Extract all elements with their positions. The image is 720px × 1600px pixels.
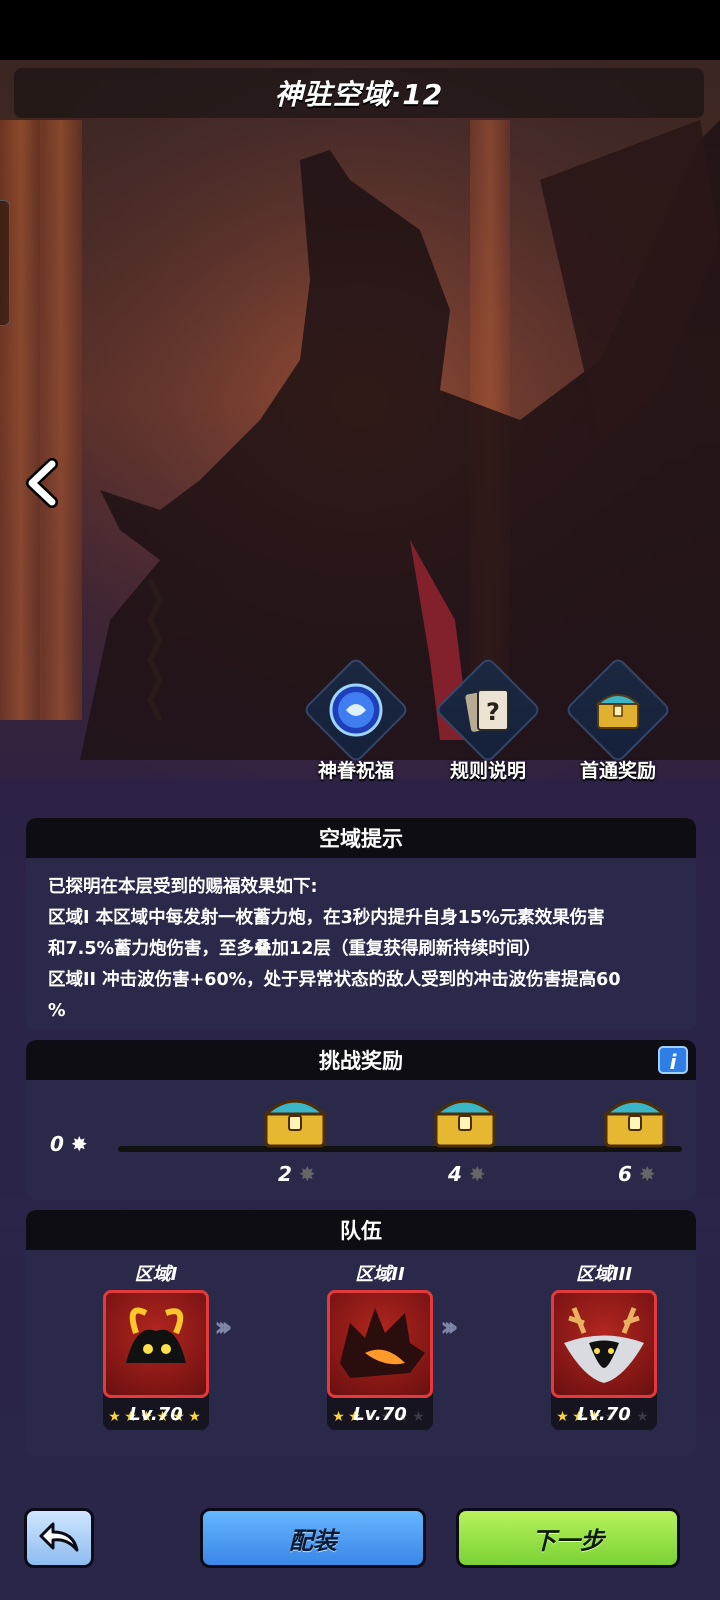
page-title: 神驻空域·12 [274,78,444,111]
current-stars-value: 0 [50,1132,64,1156]
title-bar: 神驻空域·12 [14,68,704,118]
star-icon: ✸ [461,1162,486,1186]
hint-line: 区域II 冲击波伤害+60%，处于异常状态的敌人受到的冲击波伤害提高60 [48,970,621,990]
hint-line: 已探明在本层受到的赐福效果如下: [48,877,318,897]
fire-demon-icon [126,1307,186,1363]
dragon-icon [340,1308,425,1378]
reward-chest-icon[interactable] [262,1088,328,1150]
milestone-value: 6 [618,1162,632,1186]
action-label: 首通奖励 [579,760,656,782]
team-title: 队伍 [26,1210,696,1250]
team-member-slot-2[interactable]: 区域II ★ ★ ★ ★ ★ ★ Lv.70 [310,1260,450,1430]
chevrons-right-icon: ››› [214,1310,232,1343]
action-label: 神眷祝福 [317,760,394,782]
character-card[interactable]: ★ ★ ★ ★ ★ ★ Lv.70 [551,1290,657,1430]
star-icon: ✸ [291,1162,316,1186]
star-icon: ✸ [63,1132,88,1156]
blessing-button[interactable]: 神眷祝福 [296,656,416,792]
milestone-value: 2 [278,1162,292,1186]
next-step-button[interactable]: 下一步 [456,1508,680,1568]
zone-label: 区域I [134,1264,178,1285]
rules-scroll-icon: ? [465,689,509,732]
current-stars: 0 ✸ [50,1132,88,1156]
zone-label: 区域II [355,1264,405,1285]
first-clear-reward-button[interactable]: 首通奖励 [558,656,678,792]
blessing-orb-icon [329,683,383,737]
undo-arrow-icon [39,1522,79,1552]
team-member-slot-1[interactable]: 区域I ★ ★ ★ ★ ★ ★ Lv.70 [86,1260,226,1430]
back-button[interactable] [24,1508,94,1568]
milestone-stars: 4 ✸ [448,1162,486,1186]
reward-chest-icon[interactable] [432,1088,498,1150]
reward-title: 挑战奖励 i [26,1040,696,1080]
equip-button[interactable]: 配装 [200,1508,426,1568]
action-label: 规则说明 [449,760,526,782]
info-button[interactable]: i [658,1046,688,1074]
hint-text[interactable]: 已探明在本层受到的赐福效果如下: 区域I 本区域中每发射一枚蓄力炮，在3秒内提升… [26,858,696,1030]
reward-title-text: 挑战奖励 [319,1049,403,1073]
reward-chest-icon[interactable] [602,1088,668,1150]
milestone-stars: 6 ✸ [618,1162,656,1186]
milestone-stars: 2 ✸ [278,1162,316,1186]
hint-line: 区域I 本区域中每发射一枚蓄力炮，在3秒内提升自身15%元素效果伤害 [48,908,605,928]
challenge-reward-panel: 挑战奖励 i 0 ✸ 2 ✸ 4 ✸ 6 ✸ [26,1040,696,1200]
reward-progress-bar [118,1146,682,1152]
star-icon: ✸ [631,1162,656,1186]
antlered-beast-icon [564,1307,644,1383]
zone-label: 区域III [575,1264,633,1285]
character-portrait [327,1290,433,1398]
side-tab[interactable] [0,200,10,326]
hint-panel: 空域提示 已探明在本层受到的赐福效果如下: 区域I 本区域中每发射一枚蓄力炮，在… [26,818,696,1030]
character-portrait [103,1290,209,1398]
character-card[interactable]: ★ ★ ★ ★ ★ ★ Lv.70 [103,1290,209,1430]
character-level: Lv.70 [577,1404,631,1425]
milestone-value: 4 [448,1162,462,1186]
character-level: Lv.70 [353,1404,407,1425]
character-card[interactable]: ★ ★ ★ ★ ★ ★ Lv.70 [327,1290,433,1430]
status-bar [0,0,720,60]
hint-title: 空域提示 [26,818,696,858]
svg-text:?: ? [486,698,500,726]
character-level: Lv.70 [129,1404,183,1425]
rules-button[interactable]: ? 规则说明 [428,656,548,792]
hint-line: % [48,1001,66,1021]
hint-line: 和7.5%蓄力炮伤害，至多叠加12层（重复获得刷新持续时间） [48,939,541,959]
treasure-chest-icon [595,694,641,729]
chevrons-right-icon: ››› [440,1310,458,1343]
team-member-slot-3[interactable]: 区域III ★ ★ ★ ★ ★ ★ Lv.70 [534,1260,674,1430]
team-panel: 队伍 区域I ★ ★ ★ ★ ★ ★ Lv.70 ››› 区域II ★ ★ ★ … [26,1210,696,1456]
previous-stage-icon[interactable] [22,458,62,508]
character-portrait [551,1290,657,1398]
